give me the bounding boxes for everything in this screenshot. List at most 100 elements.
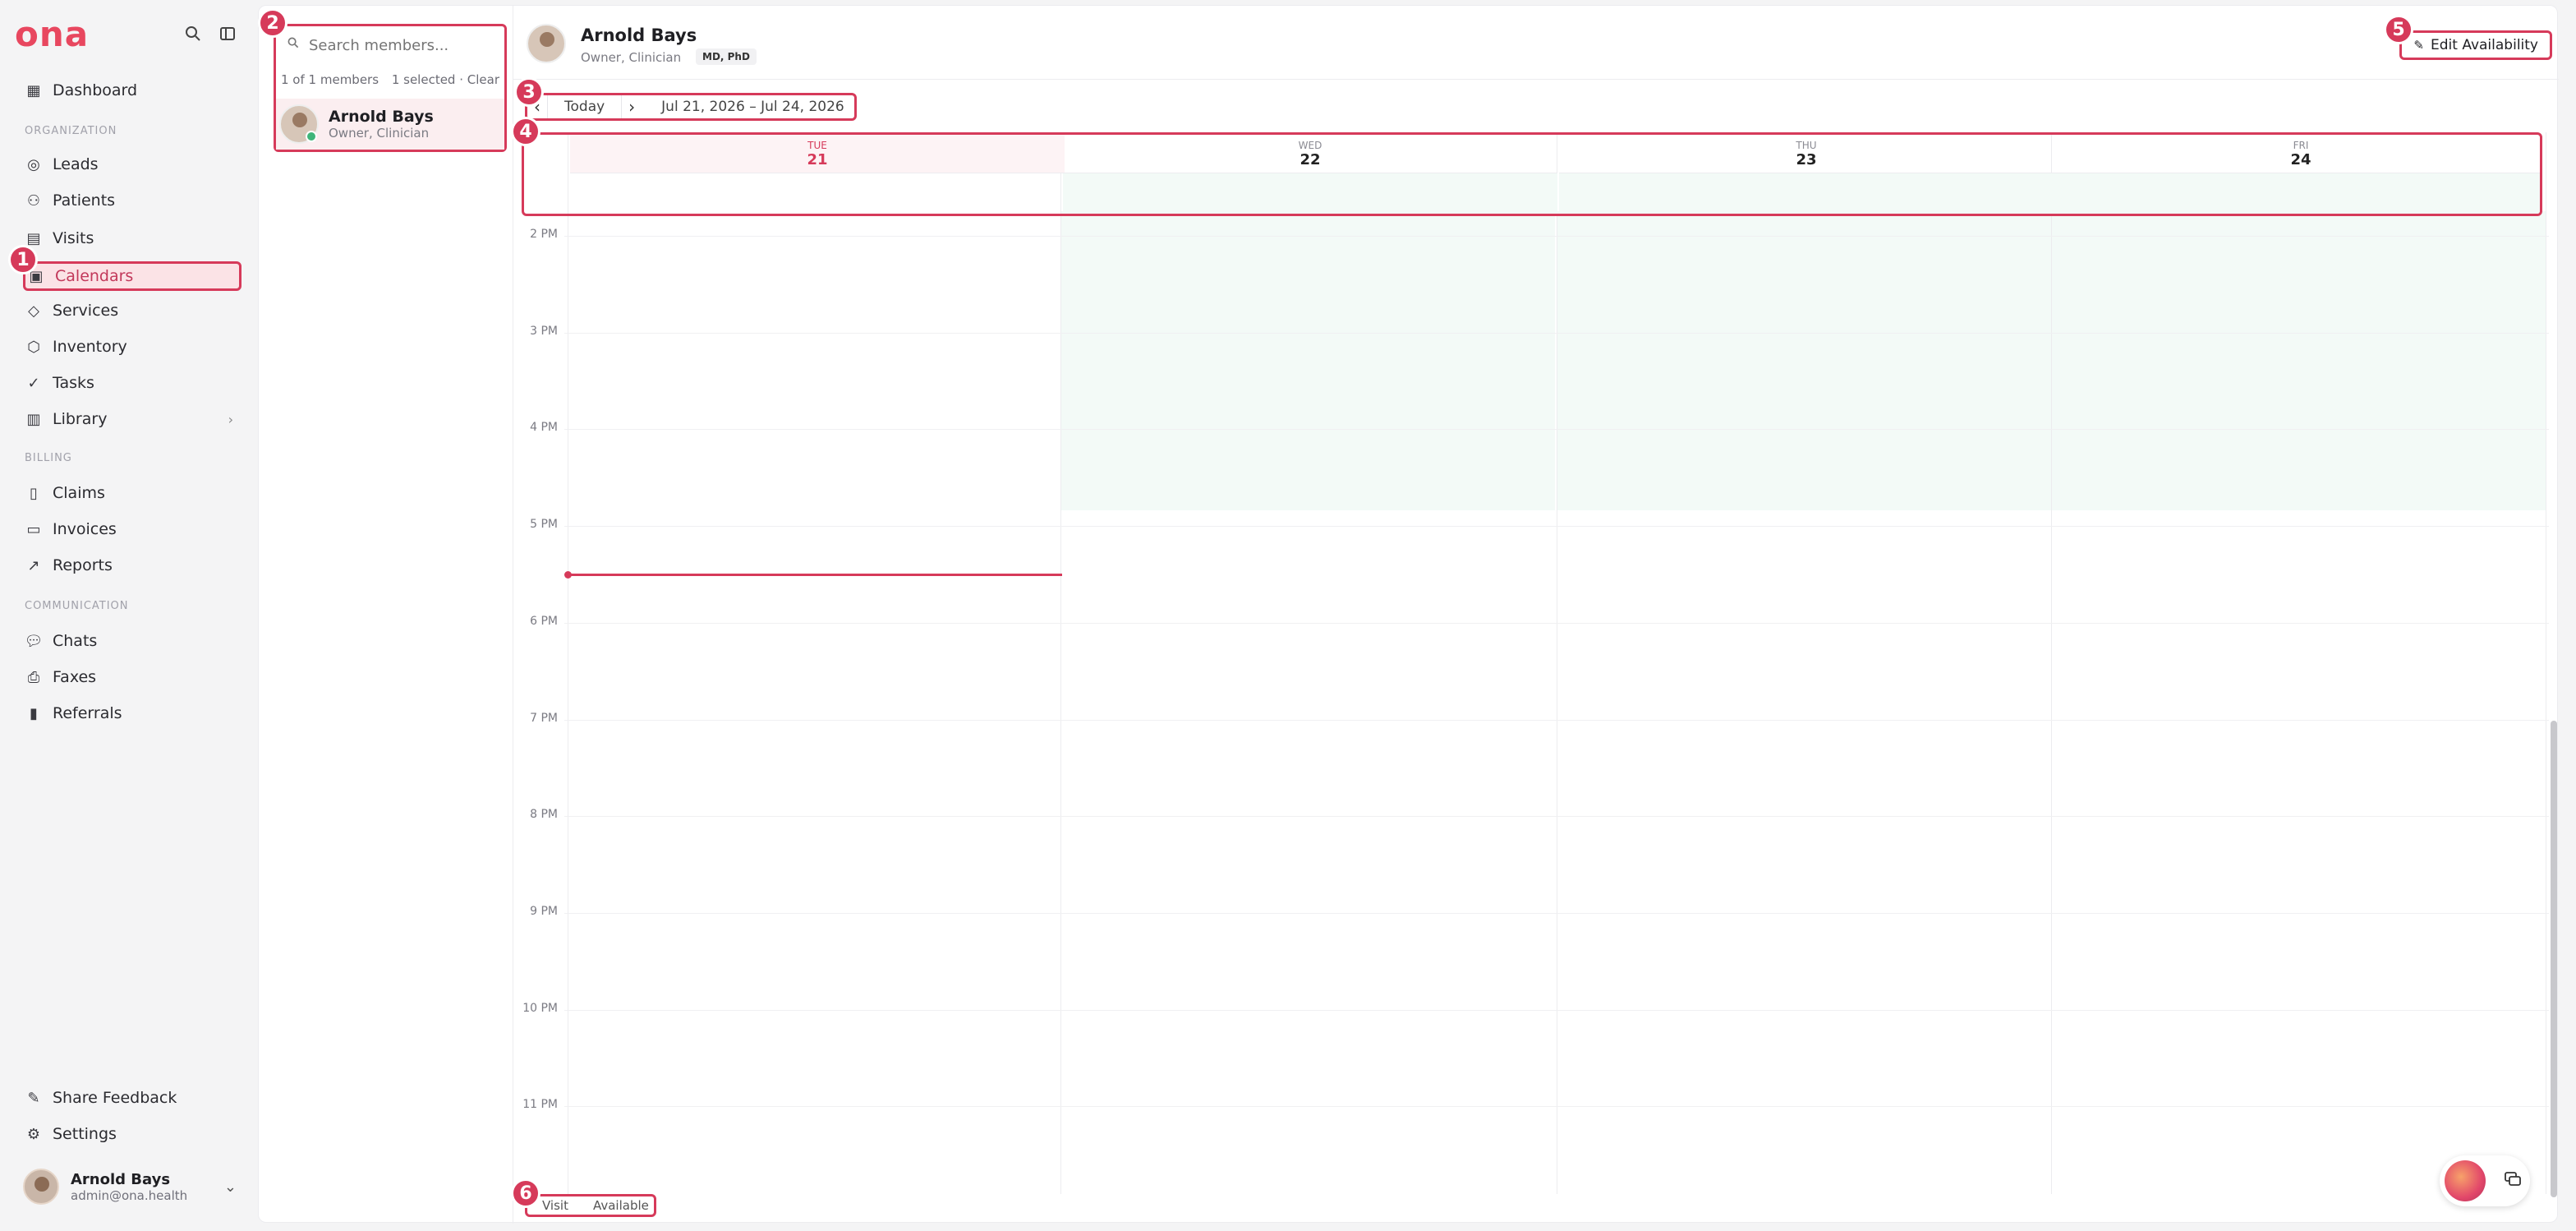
sidebar-item-leads[interactable]: ◎ Leads: [23, 150, 238, 179]
date-range-label[interactable]: Jul 21, 2026 – Jul 24, 2026: [642, 99, 844, 115]
marker-3: 3: [514, 77, 544, 107]
sidebar-item-dashboard[interactable]: ▦ Dashboard: [23, 76, 238, 105]
receipt-icon: ▭: [26, 520, 41, 538]
today-button[interactable]: Today: [547, 95, 623, 118]
hour-label: 7 PM: [530, 711, 558, 725]
sidebar-item-referrals[interactable]: ▮ Referrals: [23, 698, 238, 728]
marker-1: 1: [8, 245, 38, 274]
chevron-down-icon[interactable]: ⌄: [224, 1178, 237, 1196]
edit-availability-button[interactable]: ✎ Edit Availability: [2399, 30, 2552, 60]
calendar-icon: ▤: [26, 229, 41, 247]
all-day-cell[interactable]: [570, 173, 1065, 214]
marker-5: 5: [2384, 15, 2413, 44]
member-list-panel: 1 of 1 members 1 selected · Clear Arnold…: [259, 6, 513, 1224]
all-day-cell[interactable]: [2054, 173, 2540, 214]
hour-label: 6 PM: [530, 614, 558, 628]
hour-label: 4 PM: [530, 421, 558, 435]
main-panel: 1 of 1 members 1 selected · Clear Arnold…: [258, 5, 2559, 1224]
chat-bubble-icon[interactable]: [2504, 1170, 2522, 1192]
day-header-thu[interactable]: THU 23: [1559, 135, 2054, 173]
hour-gridline: [564, 332, 2549, 334]
day-header-fri[interactable]: FRI 24: [2054, 135, 2540, 173]
avatar: [279, 104, 319, 144]
hour-gridline: [564, 622, 2549, 624]
day-header-wed[interactable]: WED 22: [1063, 135, 1557, 173]
day-header-tue[interactable]: TUE 21: [570, 135, 1065, 173]
calendar-legend: Visit Available: [525, 1194, 656, 1217]
day-column-divider: [1060, 132, 1061, 1194]
check-circle-icon: ✓: [27, 374, 40, 392]
sidebar-toggle-icon[interactable]: [218, 25, 237, 43]
day-name: FRI: [2293, 140, 2309, 151]
user-name: Arnold Bays: [71, 1170, 171, 1188]
hour-label: 3 PM: [530, 324, 558, 338]
day-date: 21: [807, 151, 828, 168]
sidebar-item-visits[interactable]: ▤ Visits: [23, 224, 238, 253]
section-organization: ORGANIZATION: [25, 125, 117, 137]
members-selected-clear[interactable]: 1 selected · Clear: [392, 72, 499, 87]
search-icon[interactable]: [184, 25, 202, 43]
target-icon: ◎: [27, 155, 40, 173]
pencil-icon: ✎: [2413, 38, 2424, 53]
library-icon: ▥: [26, 410, 41, 428]
sidebar-item-inventory[interactable]: ⬡ Inventory: [23, 332, 238, 362]
day-date: 23: [1796, 151, 1817, 168]
day-header-row: TUE 21 WED 22 THU 23 FRI 24: [522, 132, 2542, 216]
sidebar-item-chats[interactable]: 💬︎ Chats: [23, 626, 238, 656]
member-role: Owner, Clinician: [329, 126, 430, 141]
all-day-cell[interactable]: [1063, 173, 1557, 214]
section-billing: BILLING: [25, 452, 72, 464]
current-time-line: [568, 573, 1062, 576]
sidebar-item-calendars[interactable]: ▣ Calendars: [23, 261, 242, 291]
chevron-right-icon[interactable]: ›: [622, 97, 642, 117]
gear-icon: ⚙: [26, 1125, 41, 1143]
clinician-name: Arnold Bays: [581, 25, 697, 45]
sidebar-item-settings[interactable]: ⚙ Settings: [23, 1119, 238, 1149]
hour-gridline: [564, 236, 2549, 237]
available-block[interactable]: [1060, 211, 1555, 510]
file-icon: ▮: [30, 704, 38, 722]
day-name: WED: [1298, 140, 1322, 151]
hour-label: 10 PM: [522, 1001, 558, 1015]
calendar-scrollbar[interactable]: [2551, 721, 2557, 1197]
member-search-region: 1 of 1 members 1 selected · Clear Arnold…: [274, 24, 507, 152]
marker-2: 2: [258, 8, 288, 38]
search-members-input[interactable]: [283, 30, 498, 61]
sidebar-item-invoices[interactable]: ▭ Invoices: [23, 514, 238, 544]
members-count: 1 of 1 members: [281, 72, 380, 87]
hour-gridline: [564, 1106, 2549, 1108]
hour-gridline: [564, 912, 2549, 914]
day-date: 24: [2290, 151, 2312, 168]
user-email: admin@ona.health: [71, 1187, 188, 1203]
hour-label: 9 PM: [530, 904, 558, 918]
chart-icon: ↗: [27, 556, 40, 574]
available-block[interactable]: [1557, 211, 2051, 510]
legend-visit: Visit: [542, 1198, 568, 1213]
sidebar-top-icons: [184, 25, 237, 43]
chat-widget[interactable]: [2440, 1155, 2530, 1206]
user-menu[interactable]: Arnold Bays admin@ona.health ⌄: [23, 1169, 237, 1205]
marker-4: 4: [511, 117, 540, 146]
sidebar-item-claims[interactable]: ▯ Claims: [23, 478, 238, 508]
sidebar-item-patients[interactable]: ⚇ Patients: [23, 186, 238, 215]
member-item[interactable]: Arnold Bays Owner, Clinician: [276, 99, 504, 150]
ona-logo[interactable]: ona: [15, 17, 89, 52]
feedback-icon: ✎: [27, 1089, 40, 1107]
current-time-dot: [564, 570, 572, 579]
hour-gridline: [564, 1009, 2549, 1011]
day-name: TUE: [807, 140, 827, 151]
sidebar-item-services[interactable]: ◇ Services: [23, 296, 238, 325]
all-day-cell[interactable]: [1559, 173, 2054, 214]
sidebar-item-faxes[interactable]: ⎙ Faxes: [23, 662, 238, 692]
sidebar-item-tasks[interactable]: ✓ Tasks: [23, 368, 238, 398]
available-block[interactable]: [2051, 211, 2546, 510]
sidebar-item-reports[interactable]: ↗ Reports: [23, 551, 238, 580]
sidebar: ona ▦ Dashboard ORGANIZATION ◎ Leads ⚇ Pati…: [0, 0, 256, 1231]
sidebar-item-share-feedback[interactable]: ✎ Share Feedback: [23, 1083, 238, 1113]
assistant-orb-icon[interactable]: [2445, 1160, 2486, 1201]
hour-label: 11 PM: [522, 1098, 558, 1112]
box-icon: ⬡: [27, 338, 40, 356]
sidebar-item-library[interactable]: ▥ Library ›: [23, 404, 238, 434]
day-column-divider: [2051, 132, 2052, 1194]
hour-gridline: [564, 526, 2549, 528]
